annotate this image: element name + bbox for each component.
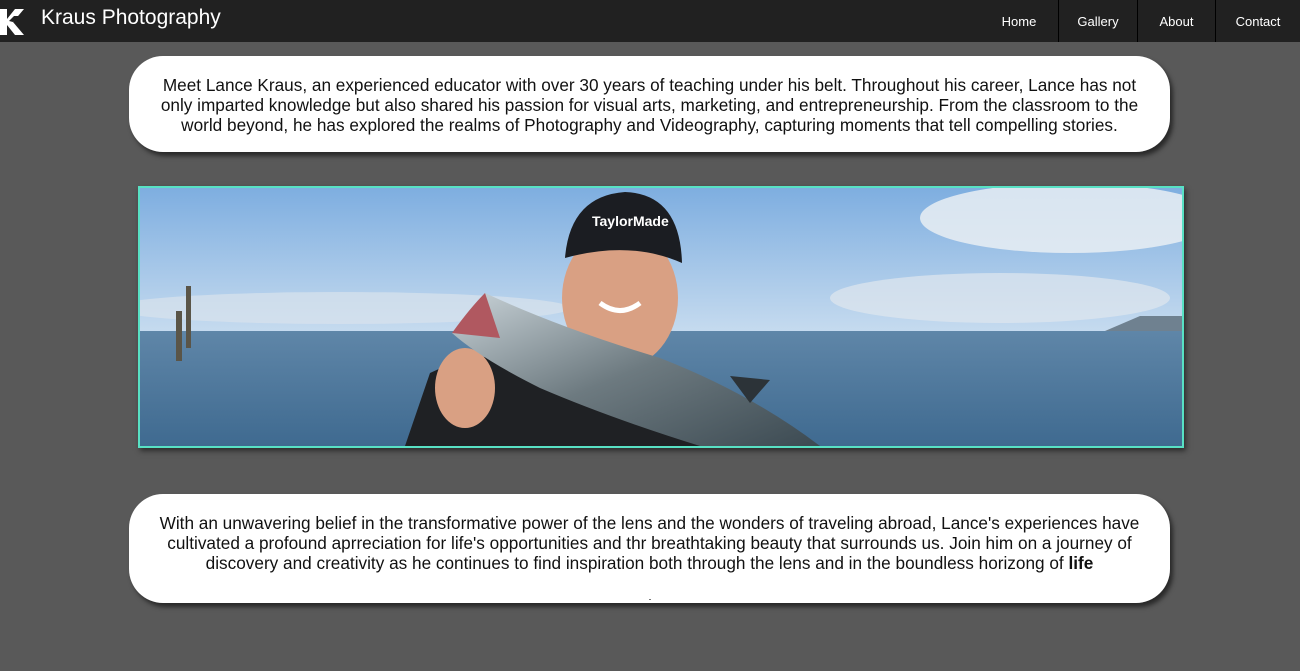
brand[interactable]: Kraus Photography <box>0 0 221 42</box>
decorative-dot <box>649 599 651 600</box>
outro-text: With an unwavering belief in the transfo… <box>159 513 1140 573</box>
nav-home-link[interactable]: Home <box>978 0 1058 42</box>
k-logo-icon <box>0 9 24 35</box>
top-navbar: Kraus Photography Home Gallery About Con… <box>0 0 1300 42</box>
outro-emphasis: life <box>1068 553 1094 573</box>
svg-text:TaylorMade: TaylorMade <box>592 213 669 229</box>
nav-contact-link[interactable]: Contact <box>1215 0 1300 42</box>
hero-photo: TaylorMade <box>138 186 1184 448</box>
hero-photo-image: TaylorMade <box>140 188 1182 446</box>
outro-paragraph: With an unwavering belief in the transfo… <box>155 513 1144 573</box>
nav-links: Home Gallery About Contact <box>978 0 1300 42</box>
intro-text: Meet Lance Kraus, an experienced educato… <box>160 75 1139 135</box>
outro-card: With an unwavering belief in the transfo… <box>129 494 1170 603</box>
nav-about-link[interactable]: About <box>1137 0 1215 42</box>
nav-gallery-link[interactable]: Gallery <box>1058 0 1137 42</box>
intro-card: Meet Lance Kraus, an experienced educato… <box>129 56 1170 152</box>
brand-name: Kraus Photography <box>41 6 221 29</box>
